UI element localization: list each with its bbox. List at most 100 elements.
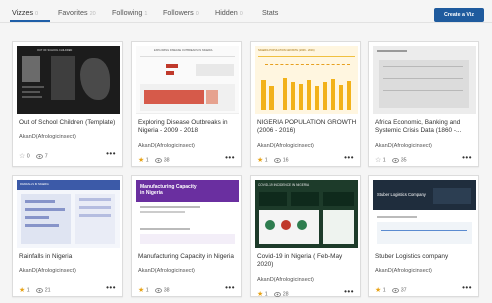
more-options-icon[interactable]: ••• <box>344 153 354 162</box>
thumbnail-photo <box>22 56 40 82</box>
thumbnail-bar <box>25 216 49 219</box>
thumbnail-panel <box>379 60 469 108</box>
viz-author[interactable]: AkanD(Afrologicinsect) <box>138 268 195 274</box>
more-options-icon[interactable]: ••• <box>225 153 235 162</box>
create-viz-button[interactable]: Create a Viz <box>434 8 484 22</box>
thumbnail-map <box>80 58 110 100</box>
thumbnail-bar <box>25 200 55 203</box>
thumbnail-bar <box>315 86 319 110</box>
tab-following[interactable]: Following 1 <box>112 8 147 17</box>
thumbnail-bar <box>339 85 343 110</box>
thumbnail-donut <box>297 220 307 230</box>
viz-title[interactable]: Africa Economic, Banking and Systemic Cr… <box>375 119 475 135</box>
thumbnail-panel <box>51 56 75 100</box>
views-count: 38 <box>163 157 170 164</box>
star-icon[interactable]: ☆ <box>19 152 25 160</box>
tab-vizzes[interactable]: Vizzes 0 <box>12 8 38 17</box>
views-count: 35 <box>400 157 407 164</box>
thumbnail-donut <box>265 220 275 230</box>
thumbnail-bar <box>331 79 335 110</box>
viz-author[interactable]: AkanD(Afrologicinsect) <box>138 143 195 149</box>
more-options-icon[interactable]: ••• <box>462 153 472 162</box>
viz-thumbnail[interactable]: COVID-19 INCIDENCE IN NIGERIA <box>255 180 358 248</box>
viz-title[interactable]: Manufacturing Capacity in Nigeria <box>138 253 238 261</box>
viz-stats: ★ 1 37 <box>375 286 407 294</box>
favorites-count: 1 <box>264 291 268 298</box>
eye-icon <box>36 287 44 293</box>
thumbnail-bar <box>291 82 295 110</box>
thumbnail-title: EXPLORING DISEASE OUTBREAKS IN NIGERIA <box>154 49 213 52</box>
viz-thumbnail[interactable]: RAINFALLS IN NIGERIA <box>17 180 120 248</box>
star-icon[interactable]: ★ <box>257 156 263 164</box>
viz-title[interactable]: NIGERIA POPULATION GROWTH (2006 - 2016) <box>257 119 357 135</box>
thumbnail-bar <box>261 80 266 110</box>
thumbnail-title: RAINFALLS IN NIGERIA <box>20 183 49 186</box>
thumbnail-text-line <box>377 216 417 218</box>
tab-stats[interactable]: Stats <box>262 8 278 17</box>
viz-title[interactable]: Covid-19 in Nigeria ( Feb-May 2020) <box>257 253 357 269</box>
thumbnail-title: NIGERIA POPULATION GROWTH (2006 - 2016) <box>258 49 315 52</box>
thumbnail-line <box>383 90 463 91</box>
favorites-count: 0 <box>26 153 30 160</box>
viz-card[interactable]: Africa Economic, Banking and Systemic Cr… <box>368 41 479 167</box>
viz-thumbnail[interactable]: EXPLORING DISEASE OUTBREAKS IN NIGERIA <box>136 46 239 114</box>
viz-card[interactable]: RAINFALLS IN NIGERIA Rainfalls in Nigeri… <box>12 175 123 297</box>
viz-author[interactable]: AkanD(Afrologicinsect) <box>375 268 432 274</box>
viz-author[interactable]: AkanD(Afrologicinsect) <box>19 134 76 140</box>
thumbnail-panel <box>377 222 472 244</box>
tab-favorites[interactable]: Favorites 20 <box>58 8 96 17</box>
more-options-icon[interactable]: ••• <box>225 283 235 292</box>
eye-icon <box>36 153 44 159</box>
viz-card[interactable]: COVID-19 INCIDENCE IN NIGERIA Covid-19 i… <box>250 175 361 298</box>
tab-count: 0 <box>35 11 39 17</box>
thumbnail-title: COVID-19 INCIDENCE IN NIGERIA <box>258 183 310 187</box>
viz-card[interactable]: NIGERIA POPULATION GROWTH (2006 - 2016) … <box>250 41 361 167</box>
viz-title[interactable]: Rainfalls in Nigeria <box>19 253 119 261</box>
viz-author[interactable]: AkanD(Afrologicinsect) <box>19 268 76 274</box>
tab-hidden[interactable]: Hidden 0 <box>215 8 243 17</box>
star-icon[interactable]: ★ <box>257 290 263 298</box>
star-icon[interactable]: ★ <box>138 156 144 164</box>
thumbnail-bar <box>269 86 274 110</box>
viz-author[interactable]: AkanD(Afrologicinsect) <box>375 143 432 149</box>
viz-title[interactable]: Exploring Disease Outbreaks in Nigeria -… <box>138 119 238 135</box>
more-options-icon[interactable]: ••• <box>462 283 472 292</box>
thumbnail-bar <box>79 206 111 209</box>
viz-card[interactable]: Manufacturing Capacity in Nigeria Manufa… <box>131 175 242 297</box>
thumbnail-panel <box>196 64 234 76</box>
viz-stats: ★ 1 21 <box>19 286 51 294</box>
more-options-icon[interactable]: ••• <box>106 283 116 292</box>
star-icon[interactable]: ★ <box>375 286 381 294</box>
star-icon[interactable]: ☆ <box>375 156 381 164</box>
viz-thumbnail[interactable]: NIGERIA POPULATION GROWTH (2006 - 2016) <box>255 46 358 114</box>
viz-thumbnail[interactable]: OUT OF SCHOOL CHILDREN <box>17 46 120 114</box>
viz-thumbnail[interactable]: Stuber Logistics Company <box>373 180 476 248</box>
viz-title[interactable]: Out of School Children (Template) <box>19 119 119 127</box>
thumbnail-panel <box>140 234 235 244</box>
tab-label: Vizzes <box>12 8 34 17</box>
star-icon[interactable]: ★ <box>138 286 144 294</box>
star-icon[interactable]: ★ <box>19 286 25 294</box>
viz-thumbnail[interactable] <box>373 46 476 114</box>
thumbnail-bar <box>25 224 59 227</box>
thumbnail-bar <box>307 80 311 110</box>
thumbnail-text-line <box>140 206 200 208</box>
viz-card[interactable]: EXPLORING DISEASE OUTBREAKS IN NIGERIA E… <box>131 41 242 167</box>
viz-author[interactable]: AkanD(Afrologicinsect) <box>257 277 314 283</box>
views-count: 38 <box>163 287 170 294</box>
views-count: 37 <box>400 287 407 294</box>
favorites-count: 1 <box>264 157 268 164</box>
viz-title[interactable]: Stuber Logistics company <box>375 253 475 261</box>
viz-card[interactable]: OUT OF SCHOOL CHILDREN Out of School Chi… <box>12 41 123 167</box>
thumbnail-title: Stuber Logistics Company <box>377 192 426 197</box>
tab-label: Stats <box>262 8 279 17</box>
more-options-icon[interactable]: ••• <box>344 287 354 296</box>
more-options-icon[interactable]: ••• <box>106 149 116 158</box>
viz-author[interactable]: AkanD(Afrologicinsect) <box>257 143 314 149</box>
tab-followers[interactable]: Followers 0 <box>163 8 199 17</box>
viz-thumbnail[interactable]: Manufacturing Capacity in Nigeria <box>136 180 239 248</box>
thumbnail-bar <box>79 214 111 217</box>
thumbnail-bar <box>166 71 174 75</box>
favorites-count: 1 <box>145 157 149 164</box>
viz-card[interactable]: Stuber Logistics Company Stuber Logistic… <box>368 175 479 297</box>
